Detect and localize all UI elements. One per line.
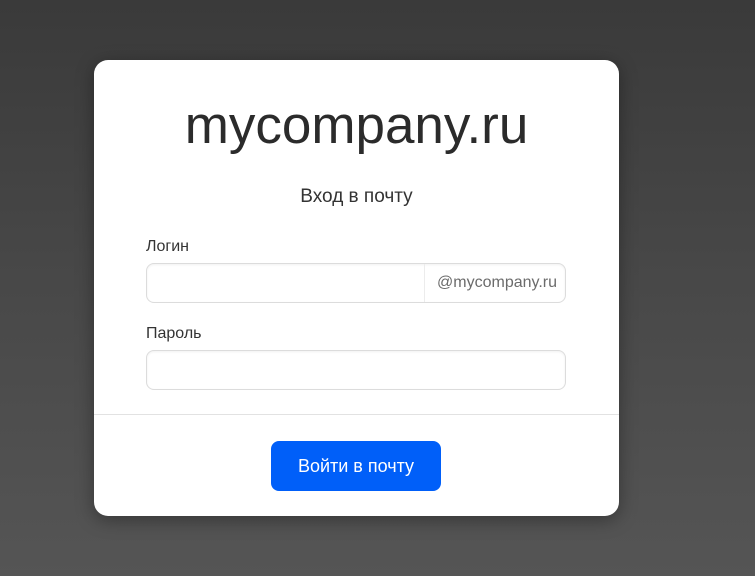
form-subtitle: Вход в почту <box>300 186 413 207</box>
login-input[interactable] <box>147 264 425 302</box>
password-label: Пароль <box>146 325 202 342</box>
password-field-wrapper <box>146 350 566 390</box>
login-label: Логин <box>146 238 190 255</box>
login-submit-button[interactable]: Войти в почту <box>271 441 441 491</box>
card-divider <box>94 414 619 415</box>
page-title: mycompany.ru <box>184 96 529 155</box>
login-domain-suffix: @mycompany.ru <box>437 274 557 291</box>
password-input[interactable] <box>147 351 565 389</box>
login-field-wrapper: @mycompany.ru <box>146 263 566 303</box>
login-card: mycompany.ru Вход в почту Логин @mycompa… <box>94 60 619 516</box>
